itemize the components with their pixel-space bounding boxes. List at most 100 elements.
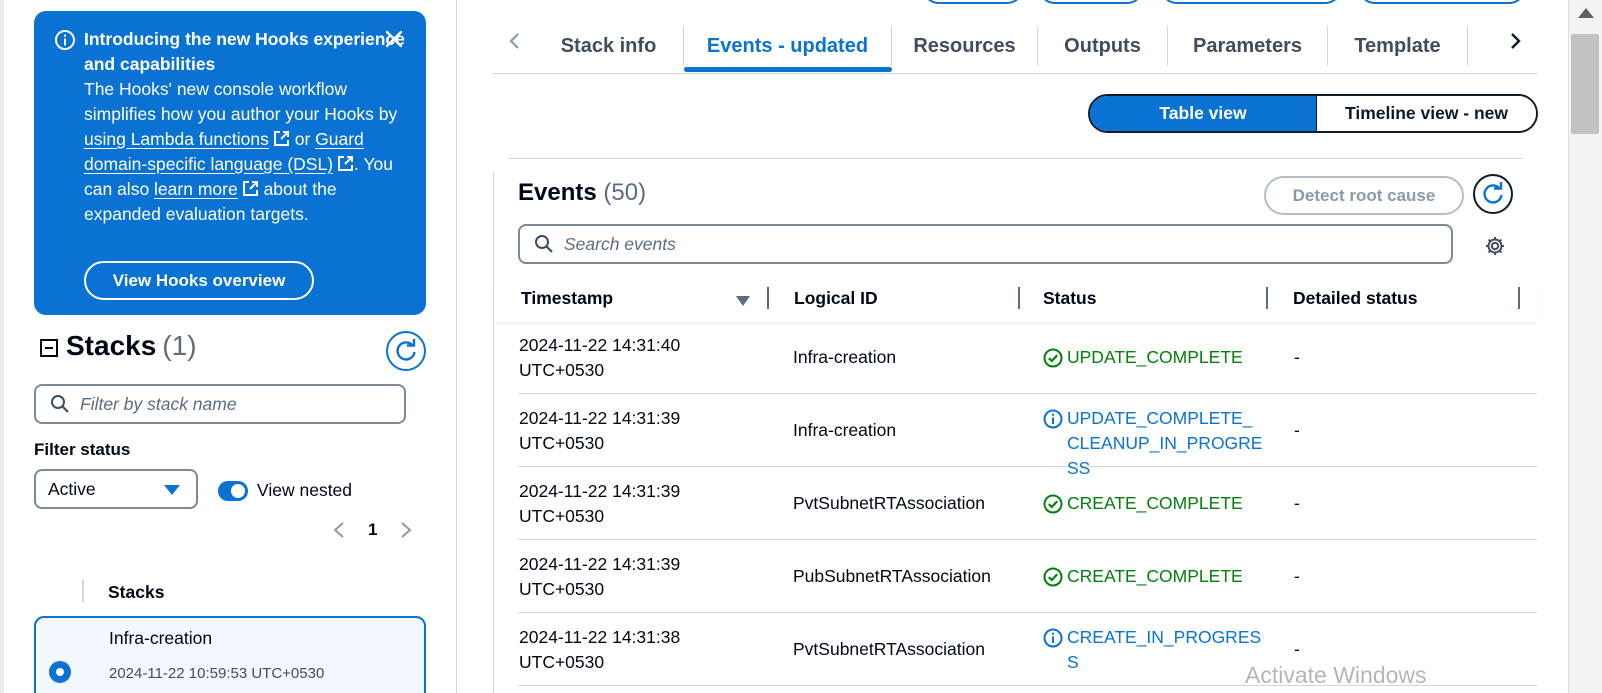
table-row[interactable]: 2024-11-22 14:31:40 UTC+0530 Infra-creati… [518, 321, 1537, 394]
action-button[interactable] [922, 0, 1024, 4]
event-timestamp: 2024-11-22 14:31:39 UTC+0530 [519, 554, 681, 599]
tab-parameters[interactable]: Parameters [1168, 26, 1328, 66]
column-header-logical-id[interactable]: Logical ID [794, 288, 878, 309]
stack-name: Infra-creation [109, 628, 213, 648]
banner-text: or [289, 129, 316, 149]
event-timestamp: 2024-11-22 14:31:38 UTC+0530 [519, 627, 681, 672]
scroll-thumb[interactable] [1571, 34, 1599, 134]
detect-root-cause-button[interactable]: Detect root cause [1264, 176, 1464, 215]
divider [508, 158, 1523, 159]
chevron-left-icon[interactable] [504, 30, 526, 52]
lambda-functions-link[interactable]: using Lambda functions [84, 129, 269, 149]
hooks-announcement-banner: Introducing the new Hooks experience and… [34, 11, 426, 315]
stack-created-time: 2024-11-22 10:59:53 UTC+0530 [109, 665, 325, 682]
caret-down-icon [164, 485, 180, 495]
external-link-icon [242, 181, 258, 196]
stack-tabs: Stack info Events - updated Resources Ou… [492, 18, 1538, 74]
tab-template[interactable]: Template [1328, 26, 1468, 66]
sort-desc-icon[interactable] [736, 296, 750, 306]
events-title: Events (50) [518, 179, 646, 207]
stacks-panel: Introducing the new Hooks experience and… [0, 0, 457, 693]
action-button[interactable] [1160, 0, 1342, 4]
table-row[interactable]: 2024-11-22 14:31:39 UTC+0530 PvtSubnetRTA… [518, 467, 1537, 540]
event-timestamp: 2024-11-22 14:31:40 UTC+0530 [519, 335, 681, 380]
event-logical-id: PubSubnetRTAssociation [793, 566, 991, 586]
chevron-left-icon[interactable] [332, 521, 346, 539]
stack-radio[interactable] [49, 661, 71, 683]
event-logical-id: PvtSubnetRTAssociation [793, 493, 985, 513]
view-nested-toggle[interactable] [218, 481, 248, 501]
event-detailed-status: - [1294, 347, 1300, 367]
external-link-icon [338, 156, 354, 171]
chevron-right-icon[interactable] [399, 521, 413, 539]
filter-status-label: Filter status [34, 440, 131, 459]
event-timestamp: 2024-11-22 14:31:39 UTC+0530 [519, 408, 681, 453]
toggle-knob [231, 484, 245, 498]
stack-list-item[interactable]: Infra-creation 2024-11-22 10:59:53 UTC+0… [34, 616, 426, 693]
learn-more-link[interactable]: learn more [154, 179, 238, 199]
stack-filter-field[interactable] [34, 384, 406, 424]
events-search-field[interactable] [518, 224, 1453, 264]
gear-icon[interactable] [1484, 235, 1506, 257]
success-check-icon [1043, 494, 1063, 514]
event-status: UPDATE_COMPLETE [1043, 345, 1263, 370]
tab-events[interactable]: Events - updated [684, 26, 892, 66]
events-count: (50) [603, 179, 647, 206]
event-status: CREATE_COMPLETE [1043, 491, 1263, 516]
panel-edge [0, 0, 4, 693]
event-detailed-status: - [1294, 566, 1300, 586]
column-divider [82, 580, 84, 602]
stack-filter-input[interactable] [80, 393, 404, 415]
chevron-right-icon[interactable] [1504, 30, 1526, 52]
tab-resources[interactable]: Resources [892, 26, 1038, 66]
refresh-icon [396, 339, 416, 361]
tab-outputs[interactable]: Outputs [1038, 26, 1168, 66]
collapse-icon[interactable] [40, 339, 58, 357]
events-search-input[interactable] [564, 233, 1451, 255]
current-page[interactable]: 1 [368, 520, 377, 540]
scroll-up-arrow[interactable] [1578, 8, 1594, 18]
stacks-header: Stacks (1) [40, 330, 197, 362]
filter-status-select[interactable]: Active [34, 469, 198, 509]
active-tab-indicator [684, 67, 892, 72]
events-title-text: Events [518, 179, 597, 206]
column-header-status[interactable]: Status [1043, 288, 1096, 309]
timeline-view-button[interactable]: Timeline view - new [1316, 96, 1536, 131]
page-scrollbar[interactable] [1568, 0, 1602, 693]
event-status: CREATE_COMPLETE [1043, 564, 1263, 589]
column-header-timestamp[interactable]: Timestamp [521, 288, 613, 309]
stacks-list-header: Stacks [34, 580, 426, 610]
column-resizer[interactable] [767, 287, 769, 309]
success-check-icon [1043, 567, 1063, 587]
close-icon[interactable] [382, 27, 406, 51]
external-link-icon [273, 131, 289, 146]
event-status: CREATE_IN_PROGRESS [1043, 625, 1263, 675]
banner-title: Introducing the new Hooks experience and… [84, 29, 405, 74]
event-detailed-status: - [1294, 493, 1300, 513]
stacks-column-header: Stacks [108, 582, 165, 602]
view-hooks-overview-button[interactable]: View Hooks overview [84, 261, 314, 300]
refresh-stacks-button[interactable] [386, 331, 426, 371]
banner-body: The Hooks' new console workflow simplifi… [84, 77, 406, 227]
refresh-icon [1483, 182, 1503, 204]
refresh-events-button[interactable] [1473, 174, 1513, 214]
column-resizer[interactable] [1266, 287, 1268, 309]
table-row[interactable]: 2024-11-22 14:31:39 UTC+0530 Infra-creati… [518, 394, 1537, 478]
success-check-icon [1043, 348, 1063, 368]
action-button[interactable] [1038, 0, 1144, 4]
events-table-header: Timestamp Logical ID Status Detailed sta… [494, 280, 1537, 322]
column-resizer[interactable] [1018, 287, 1020, 309]
event-status-text: CREATE_IN_PROGRESS [1067, 627, 1262, 672]
tab-stack-info[interactable]: Stack info [534, 26, 684, 66]
stacks-pagination: 1 [332, 520, 413, 540]
column-resizer[interactable] [1518, 287, 1520, 309]
table-row[interactable]: 2024-11-22 14:31:39 UTC+0530 PubSubnetRTA… [518, 540, 1537, 613]
info-icon [55, 30, 75, 50]
stacks-count: (1) [162, 330, 197, 361]
column-header-detailed-status[interactable]: Detailed status [1293, 288, 1417, 309]
search-icon [51, 395, 69, 413]
table-view-button[interactable]: Table view [1090, 96, 1316, 131]
activate-windows-watermark: Activate Windows [1245, 662, 1427, 688]
action-button[interactable] [1358, 0, 1526, 4]
info-icon [1043, 409, 1063, 429]
